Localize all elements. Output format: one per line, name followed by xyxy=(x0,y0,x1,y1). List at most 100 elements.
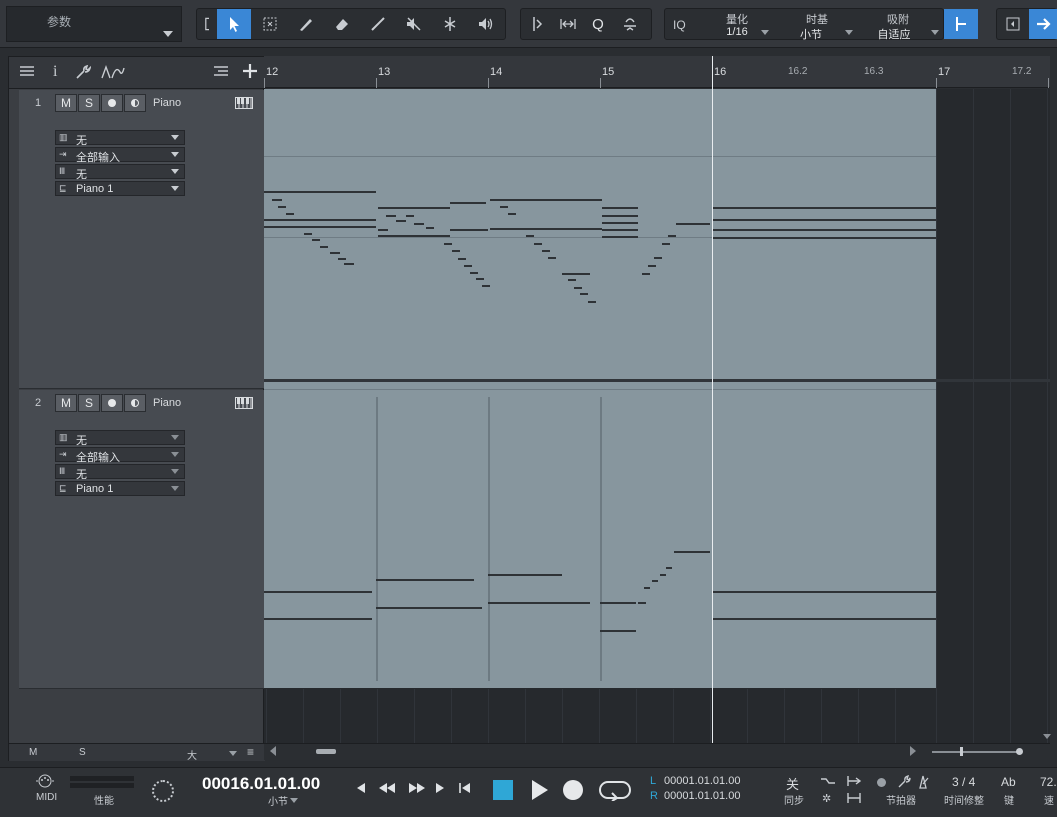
midi-note[interactable] xyxy=(450,229,488,231)
eraser-tool-button[interactable] xyxy=(325,9,359,39)
midi-note[interactable] xyxy=(648,265,656,267)
monitor-button[interactable] xyxy=(124,94,146,112)
midi-note[interactable] xyxy=(674,551,710,553)
midi-note[interactable] xyxy=(414,223,424,225)
midi-note[interactable] xyxy=(712,229,936,231)
midi-note[interactable] xyxy=(330,252,340,254)
timebase-value[interactable]: 小节 xyxy=(771,26,851,42)
instrument-selector[interactable]: ⊑ Piano 1 xyxy=(55,481,185,496)
arrow-right-icon[interactable] xyxy=(1029,9,1057,39)
midi-note[interactable] xyxy=(320,246,328,248)
snap-value[interactable]: 自适应 xyxy=(854,26,934,42)
iq-button[interactable]: IQ xyxy=(673,18,686,32)
midi-note[interactable] xyxy=(644,587,650,589)
track-1[interactable]: 1 M S Piano ▥ 无 ⇥ 全部输入 Ⅲ 无 ⊑ Piano 1 xyxy=(19,90,264,389)
scroll-thumb[interactable] xyxy=(316,749,336,754)
automation-icon[interactable] xyxy=(101,64,125,83)
time-signature-value[interactable]: 3 / 4 xyxy=(952,775,975,789)
midi-note[interactable] xyxy=(490,199,602,201)
midi-note[interactable] xyxy=(376,579,474,581)
right-locator-value[interactable]: 00001.01.01.00 xyxy=(664,790,740,802)
metronome-icon[interactable] xyxy=(916,775,930,792)
paint-tool-button[interactable] xyxy=(289,9,323,39)
line-tool-button[interactable] xyxy=(361,9,395,39)
midi-note[interactable] xyxy=(272,199,282,201)
mute-button[interactable]: M xyxy=(55,394,77,412)
settings-icon[interactable]: ✲ xyxy=(822,792,831,805)
metronome-dot-icon[interactable] xyxy=(877,778,886,787)
inspector-toggle-icon[interactable] xyxy=(1001,9,1025,39)
midi-note[interactable] xyxy=(312,239,320,241)
midi-note[interactable] xyxy=(712,591,936,593)
midi-note[interactable] xyxy=(534,243,542,245)
midi-event-track-1[interactable] xyxy=(264,89,936,379)
playhead-cursor[interactable] xyxy=(712,56,713,744)
mute-button[interactable]: M xyxy=(55,94,77,112)
midi-note[interactable] xyxy=(666,567,672,569)
monitor-button[interactable] xyxy=(124,394,146,412)
arrangement-editor[interactable] xyxy=(264,89,1050,743)
mute-tool-button[interactable] xyxy=(397,9,431,39)
nudge-icon[interactable] xyxy=(523,9,553,39)
record-arm-button[interactable] xyxy=(101,94,123,112)
wave-icon[interactable] xyxy=(615,9,645,39)
scroll-down-icon[interactable] xyxy=(1043,734,1051,739)
midi-note[interactable] xyxy=(368,219,376,221)
menu-icon[interactable]: ≡ xyxy=(247,745,254,759)
marker-in-icon[interactable] xyxy=(846,775,862,790)
midi-note[interactable] xyxy=(490,228,602,230)
folder-list-icon[interactable] xyxy=(213,65,229,82)
track-2[interactable]: 2 M S Piano ▥ 无 ⇥ 全部输入 Ⅲ 无 ⊑ Piano 1 xyxy=(19,390,264,689)
midi-note[interactable] xyxy=(488,574,562,576)
left-locator-value[interactable]: 00001.01.01.00 xyxy=(664,775,740,787)
previous-marker-icon[interactable] xyxy=(355,782,367,797)
channel-selector[interactable]: Ⅲ 无 xyxy=(55,464,185,481)
arrow-tool-button[interactable] xyxy=(217,9,251,39)
midi-note[interactable] xyxy=(574,287,582,289)
marker-range-icon[interactable] xyxy=(846,792,862,807)
midi-note[interactable] xyxy=(378,229,388,231)
midi-note[interactable] xyxy=(602,207,638,209)
midi-note[interactable] xyxy=(452,250,460,252)
zoom-slider[interactable] xyxy=(932,751,1020,753)
list-icon[interactable] xyxy=(19,65,35,82)
midi-note[interactable] xyxy=(344,263,354,265)
solo-button[interactable]: S xyxy=(78,94,100,112)
return-to-start-icon[interactable] xyxy=(458,782,472,797)
midi-note[interactable] xyxy=(676,223,710,225)
midi-note[interactable] xyxy=(712,618,936,620)
midi-note[interactable] xyxy=(526,235,534,237)
midi-note[interactable] xyxy=(286,213,294,215)
midi-output-selector[interactable]: ▥ 无 xyxy=(55,430,185,447)
solo-button[interactable]: S xyxy=(78,394,100,412)
timeline-ruler[interactable]: 12 13 14 15 16 16.2 16.3 17 17.2 xyxy=(264,56,1050,88)
midi-note[interactable] xyxy=(264,219,376,221)
midi-note[interactable] xyxy=(562,273,590,275)
track-height-select[interactable]: 大 xyxy=(187,747,197,762)
midi-note[interactable] xyxy=(372,226,376,228)
stretch-icon[interactable] xyxy=(553,9,583,39)
midi-note[interactable] xyxy=(602,229,638,231)
midi-note[interactable] xyxy=(482,285,490,287)
loop-button[interactable] xyxy=(598,779,632,804)
midi-note[interactable] xyxy=(712,237,936,239)
midi-note[interactable] xyxy=(406,215,414,217)
midi-note[interactable] xyxy=(638,602,646,604)
record-button[interactable] xyxy=(563,780,583,800)
horizontal-scrollbar[interactable] xyxy=(264,743,1050,760)
midi-note[interactable] xyxy=(426,227,434,229)
listen-tool-button[interactable] xyxy=(469,9,503,39)
play-button[interactable] xyxy=(530,779,550,804)
metronome-wrench-icon[interactable] xyxy=(897,775,911,792)
midi-note[interactable] xyxy=(600,630,636,632)
midi-note[interactable] xyxy=(464,265,472,267)
channel-selector[interactable]: Ⅲ 无 xyxy=(55,164,185,181)
midi-note[interactable] xyxy=(488,602,590,604)
scroll-right-icon[interactable] xyxy=(910,746,916,756)
midi-note[interactable] xyxy=(508,213,516,215)
position-unit[interactable]: 小节 xyxy=(268,793,288,808)
midi-note[interactable] xyxy=(476,278,484,280)
instrument-selector[interactable]: ⊑ Piano 1 xyxy=(55,181,185,196)
midi-note[interactable] xyxy=(378,235,450,237)
scroll-left-icon[interactable] xyxy=(270,746,276,756)
